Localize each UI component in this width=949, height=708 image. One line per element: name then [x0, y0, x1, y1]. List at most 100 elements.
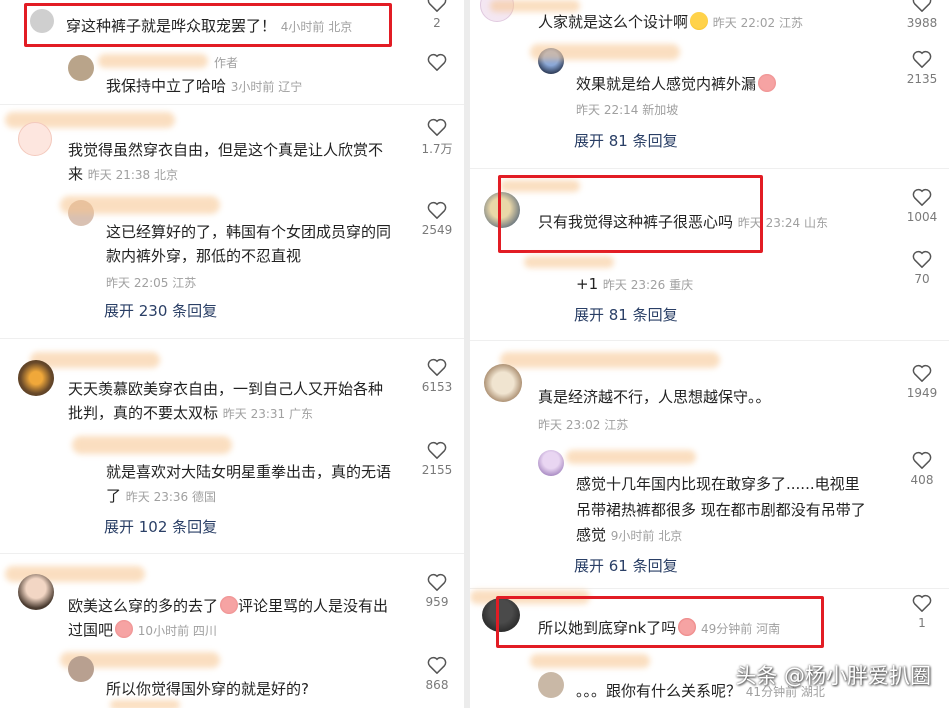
reply-text: +1 昨天 23:26 重庆 [576, 275, 694, 293]
like-button[interactable]: 1949 [902, 364, 942, 400]
reply-text: 吊带裙热裤都很多 现在都市剧都没有吊带了 [576, 501, 866, 519]
heart-icon [427, 573, 447, 591]
expand-replies-link[interactable]: 展开 230 条回复 [104, 300, 217, 321]
like-button[interactable] [417, 53, 457, 71]
comment-text: 人家就是这么个设计啊 昨天 22:02 江苏 [538, 12, 804, 31]
avatar[interactable] [18, 122, 52, 156]
expand-replies-link[interactable]: 展开 81 条回复 [574, 304, 678, 325]
like-count: 1949 [906, 386, 938, 400]
like-count: 2549 [421, 223, 453, 237]
like-button[interactable]: 6153 [417, 358, 457, 394]
avatar[interactable] [68, 55, 94, 81]
heart-icon [912, 451, 932, 469]
like-count: 1.7万 [421, 142, 453, 156]
heart-icon [912, 50, 932, 68]
reply-text: 所以你觉得国外穿的就是好的? [106, 680, 309, 698]
comment-text: 真是经济越不行，人思想越保守。。 [538, 388, 771, 406]
divider [470, 588, 949, 589]
pig-emoji-icon [758, 74, 777, 92]
divider [470, 340, 949, 341]
heart-icon [427, 0, 447, 12]
reply-text: 就是喜欢对大陆女明星重拳出击，真的无语 [106, 463, 392, 481]
comment-text: 批判，真的不要太双标 昨天 23:31 广东 [68, 404, 314, 422]
heart-icon [427, 118, 447, 136]
blurred-username [566, 450, 696, 464]
avatar[interactable] [18, 360, 54, 396]
expand-replies-link[interactable]: 展开 81 条回复 [574, 130, 678, 151]
expand-replies-link[interactable]: 展开 61 条回复 [574, 555, 678, 576]
heart-icon [912, 594, 932, 612]
left-comment-panel: 穿这种裤子就是哗众取宠罢了！ 4小时前 北京 2 作者 我保持中立了哈哈 3小时… [0, 0, 464, 708]
like-count: 6153 [421, 380, 453, 394]
blurred-username [98, 54, 208, 68]
pig-emoji-icon [220, 596, 239, 614]
pig-emoji-icon [115, 620, 134, 638]
comment-text: 我觉得虽然穿衣自由，但是这个真是让人欣赏不 [68, 141, 384, 159]
like-count: 408 [910, 473, 934, 487]
like-count: 70 [914, 272, 930, 286]
like-button[interactable]: 2 [417, 0, 457, 30]
like-button[interactable]: 3988 [902, 0, 942, 30]
heart-icon [427, 656, 447, 674]
sweat-smile-emoji-icon [690, 12, 709, 30]
divider [0, 104, 464, 105]
heart-icon [912, 0, 932, 12]
like-count: 2155 [421, 463, 453, 477]
like-button[interactable]: 408 [902, 451, 942, 487]
comment-text: 过国吧 10小时前 四川 [68, 620, 217, 639]
heart-icon [912, 364, 932, 382]
divider [0, 553, 464, 554]
like-button[interactable]: 868 [417, 656, 457, 692]
divider [0, 338, 464, 339]
comment-text: 天天羡慕欧美穿衣自由，一到自己人又开始各种 [68, 380, 384, 398]
blurred-username [72, 436, 232, 454]
avatar[interactable] [484, 364, 522, 402]
reply-meta: 昨天 22:14 新加坡 [576, 103, 679, 117]
reply-text: 了 昨天 23:36 德国 [106, 487, 217, 505]
heart-icon [427, 53, 447, 71]
avatar[interactable] [18, 574, 54, 610]
highlight-box [496, 596, 824, 648]
watermark-text: 头条 @杨小胖爱扒圈 [735, 664, 931, 688]
comment-text: 欧美这么穿的多的去了 评论里骂的人是没有出 [68, 596, 389, 615]
heart-icon [912, 188, 932, 206]
like-button[interactable]: 1.7万 [417, 118, 457, 157]
heart-icon [427, 201, 447, 219]
blurred-username [524, 256, 614, 268]
blurred-username [500, 352, 720, 368]
like-count: 959 [425, 595, 449, 609]
like-button[interactable]: 2549 [417, 201, 457, 237]
reply-text: 感觉十几年国内比现在敢穿多了......电视里 [576, 475, 860, 493]
avatar[interactable] [538, 672, 564, 698]
reply-text: 款内裤外穿，那低的不忍直视 [106, 247, 302, 265]
avatar[interactable] [68, 656, 94, 682]
expand-replies-link[interactable]: 展开 102 条回复 [104, 516, 217, 537]
heart-icon [912, 250, 932, 268]
like-button[interactable]: 70 [902, 250, 942, 286]
blurred-username [110, 700, 180, 708]
like-button[interactable]: 1 [902, 594, 942, 630]
comment-meta: 昨天 23:02 江苏 [538, 418, 629, 432]
like-button[interactable]: 2135 [902, 50, 942, 86]
highlight-box [24, 3, 392, 47]
reply-text: 感觉 9小时前 北京 [576, 526, 683, 544]
heart-icon [427, 441, 447, 459]
blurred-username [60, 196, 220, 214]
like-count: 1 [918, 616, 926, 630]
author-tag: 作者 [214, 56, 239, 70]
like-count: 2 [433, 16, 441, 30]
blurred-username [530, 44, 680, 60]
blurred-username [530, 654, 650, 668]
like-count: 2135 [906, 72, 938, 86]
avatar[interactable] [538, 450, 564, 476]
like-button[interactable]: 2155 [417, 441, 457, 477]
like-button[interactable]: 1004 [902, 188, 942, 224]
like-button[interactable]: 959 [417, 573, 457, 609]
like-count: 868 [425, 678, 449, 692]
heart-icon [427, 358, 447, 376]
reply-text: 这已经算好的了，韩国有个女团成员穿的同 [106, 223, 392, 241]
reply-text: 我保持中立了哈哈 3小时前 辽宁 [106, 77, 303, 95]
comment-text: 来 昨天 21:38 北京 [68, 165, 179, 183]
like-count: 3988 [906, 16, 938, 30]
like-count: 1004 [906, 210, 938, 224]
